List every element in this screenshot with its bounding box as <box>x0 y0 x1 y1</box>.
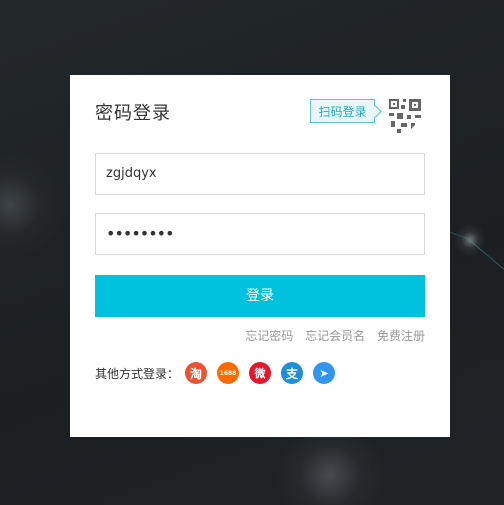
other-login-label: 其他方式登录： <box>95 366 180 381</box>
register-link[interactable]: 免费注册 <box>377 329 425 343</box>
1688-login-icon[interactable]: 1688 <box>217 362 240 384</box>
weibo-login-icon[interactable]: 微 <box>249 362 272 384</box>
qr-login-tip[interactable]: 扫码登录 <box>310 99 375 123</box>
other-login-methods: 其他方式登录： 淘 1688 微 支 ➤ <box>95 361 345 385</box>
alipay-login-icon[interactable]: 支 <box>281 362 304 384</box>
help-links: 忘记密码 忘记会员名 免费注册 <box>237 327 425 344</box>
qr-code-icon[interactable] <box>387 97 425 137</box>
login-card: 密码登录 扫码登录 zgjdqyx •••••••• 登录 忘记密码 忘记会员名… <box>70 75 450 437</box>
login-button[interactable]: 登录 <box>95 275 425 317</box>
username-input[interactable]: zgjdqyx <box>95 153 425 195</box>
password-input[interactable]: •••••••• <box>95 213 425 255</box>
dingtalk-login-icon[interactable]: ➤ <box>313 362 336 384</box>
forgot-password-link[interactable]: 忘记密码 <box>245 329 293 343</box>
taobao-login-icon[interactable]: 淘 <box>185 362 208 384</box>
login-title: 密码登录 <box>95 103 171 124</box>
forgot-member-name-link[interactable]: 忘记会员名 <box>305 329 365 343</box>
